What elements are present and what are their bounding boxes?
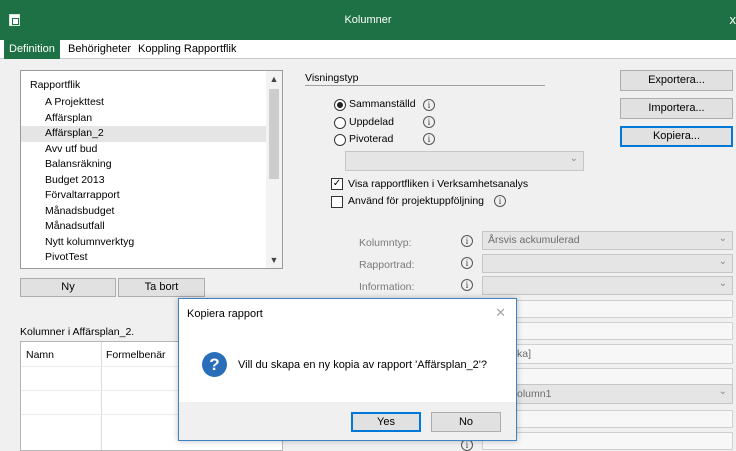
show-in-analysis-checkbox[interactable]: ✓ (331, 178, 343, 190)
close-icon[interactable]: ✕ (495, 305, 506, 321)
radio-pivoterad-label[interactable]: Pivoterad (349, 133, 393, 145)
tab-behorigheter[interactable]: Behörigheter (63, 40, 136, 59)
use-for-project-checkbox[interactable] (331, 196, 343, 208)
radio-sammanstalld-label[interactable]: Sammanställd (349, 98, 416, 110)
info-icon[interactable]: i (461, 257, 473, 269)
info-icon[interactable]: i (423, 133, 435, 145)
columns-section-title: Kolumner i Affärsplan_2. (20, 326, 135, 338)
column-type-label: Kolumntyp: (359, 237, 412, 249)
column-type-value: Årsvis ackumulerad (488, 234, 580, 246)
scroll-down-icon[interactable]: ▼ (266, 252, 282, 268)
view-type-divider (305, 85, 545, 86)
close-icon[interactable]: x (722, 12, 736, 27)
chevron-down-icon: ⌄ (569, 153, 578, 164)
report-row-label: Rapportrad: (359, 259, 415, 271)
list-scrollbar[interactable]: ▲ ▼ (266, 71, 282, 268)
question-icon: ? (202, 352, 227, 377)
view-type-label: Visningstyp (305, 72, 359, 84)
import-button[interactable]: Importera... (620, 98, 733, 119)
copy-button[interactable]: Kopiera... (620, 126, 733, 147)
info-icon[interactable]: i (494, 195, 506, 207)
column-value: olumn1 (517, 388, 552, 400)
hidden-field[interactable] (482, 300, 733, 318)
radio-sammanstalld[interactable] (334, 99, 346, 111)
tab-bar: Definition Behörigheter Koppling Rapport… (0, 40, 736, 59)
hidden-field[interactable] (482, 410, 733, 428)
bracket-text: ka] (517, 348, 532, 360)
list-item[interactable]: A Projekttest (21, 95, 267, 111)
list-item[interactable]: Nytt kolumnverktyg (21, 235, 267, 251)
no-button[interactable]: No (431, 412, 501, 432)
show-in-analysis-label[interactable]: Visa rapportfliken i Verksamhetsanalys (348, 178, 528, 190)
column-divider (101, 342, 102, 450)
radio-pivoterad[interactable] (334, 134, 346, 146)
info-icon[interactable]: i (461, 279, 473, 291)
tab-definition[interactable]: Definition (4, 40, 60, 59)
column-dropdown[interactable]: olumn1 ⌄ (482, 384, 733, 404)
scroll-thumb[interactable] (269, 89, 279, 179)
info-icon[interactable]: i (461, 235, 473, 247)
chevron-down-icon: ⌄ (718, 278, 727, 289)
chevron-down-icon: ⌄ (718, 233, 727, 244)
pivot-dropdown[interactable]: ⌄ (345, 151, 584, 171)
list-item[interactable]: Månadsbudget (21, 204, 267, 220)
list-item[interactable]: PivotTest (21, 250, 267, 266)
title-bar: Kolumner x (0, 0, 736, 40)
list-item[interactable]: Förvaltarrapport (21, 188, 267, 204)
dialog-footer: Yes No (179, 402, 516, 440)
tab-koppling-rapportflik[interactable]: Koppling Rapportflik (133, 40, 241, 59)
column-type-dropdown[interactable]: Årsvis ackumulerad ⌄ (482, 231, 733, 250)
report-list-header: Rapportflik (30, 79, 81, 91)
dialog-title: Kopiera rapport (187, 308, 263, 320)
column-header-formula[interactable]: Formelbenär (106, 349, 166, 361)
list-item[interactable]: Budget 2013 (21, 173, 267, 189)
hidden-field[interactable] (482, 322, 733, 340)
list-item-selected[interactable]: Affärsplan_2 (21, 126, 267, 142)
chevron-down-icon: ⌄ (718, 256, 727, 267)
report-listbox[interactable]: Rapportflik A Projekttest Affärsplan Aff… (20, 70, 283, 269)
info-icon[interactable]: i (423, 116, 435, 128)
window-title: Kolumner (344, 14, 392, 26)
new-button[interactable]: Ny (20, 278, 116, 297)
report-list-items: A Projekttest Affärsplan Affärsplan_2 Av… (21, 95, 267, 266)
list-item[interactable]: Avv utf bud (21, 142, 267, 158)
list-item[interactable]: Balansräkning (21, 157, 267, 173)
list-item[interactable]: Affärsplan (21, 111, 267, 127)
export-button[interactable]: Exportera... (620, 70, 733, 91)
radio-uppdelad-label[interactable]: Uppdelad (349, 116, 394, 128)
yes-button[interactable]: Yes (351, 412, 421, 432)
list-item[interactable]: Månadsutfall (21, 219, 267, 235)
delete-button[interactable]: Ta bort (118, 278, 205, 297)
bracket-field[interactable]: ka] (482, 344, 733, 364)
information-label: Information: (359, 281, 415, 293)
column-header-name[interactable]: Namn (26, 349, 54, 361)
radio-uppdelad[interactable] (334, 117, 346, 129)
copy-report-dialog: Kopiera rapport ✕ ? Vill du skapa en ny … (178, 298, 517, 441)
chevron-down-icon: ⌄ (718, 386, 727, 397)
dialog-message: Vill du skapa en ny kopia av rapport 'Af… (238, 359, 488, 371)
hidden-field[interactable] (482, 432, 733, 450)
information-dropdown[interactable]: ⌄ (482, 276, 733, 295)
info-icon[interactable]: i (423, 99, 435, 111)
scroll-up-icon[interactable]: ▲ (266, 71, 282, 87)
use-for-project-label[interactable]: Använd för projektuppföljning (348, 195, 484, 207)
report-row-dropdown[interactable]: ⌄ (482, 254, 733, 273)
